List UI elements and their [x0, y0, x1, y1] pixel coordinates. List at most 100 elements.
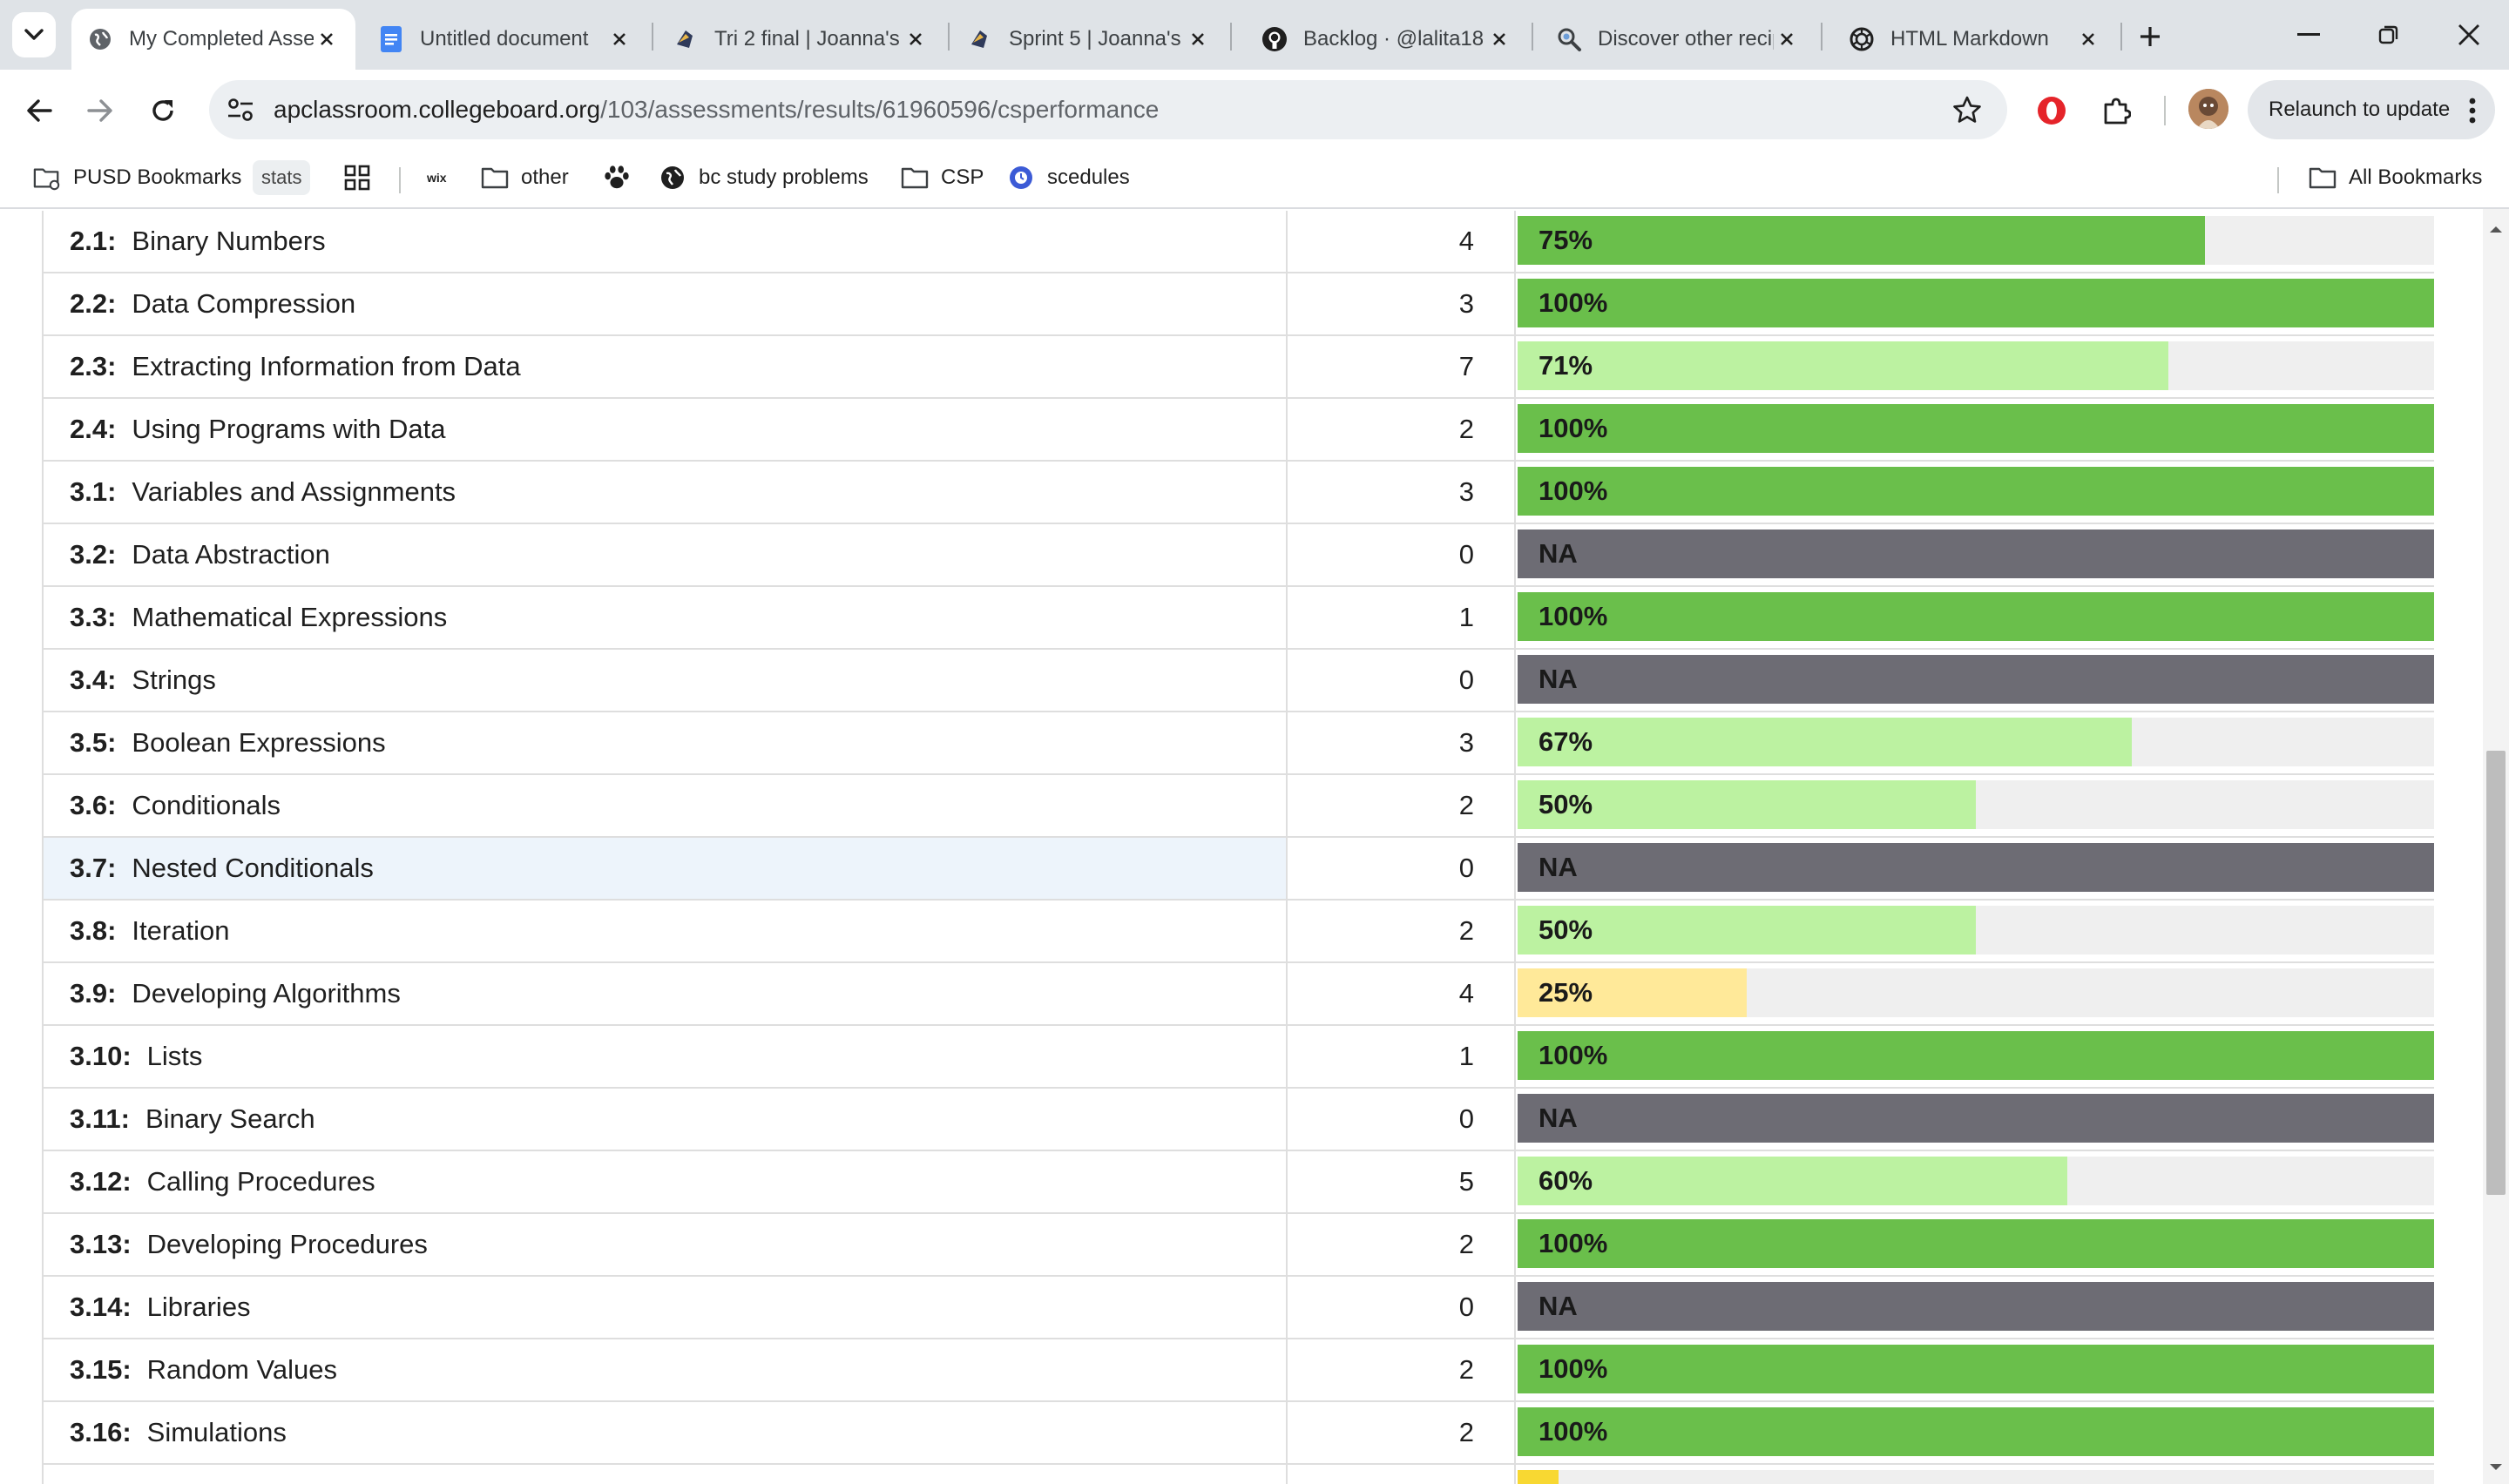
tab-strip: My Completed Assessments Untitled docume… [0, 0, 2509, 70]
site-settings-icon[interactable] [221, 91, 260, 129]
table-row[interactable]: 3.14: Libraries 0 NA [42, 1277, 2434, 1339]
bookmark-wix[interactable]: wix [427, 160, 447, 195]
bookmark-separator [399, 167, 401, 193]
bookmark-csp[interactable]: CSP [901, 160, 984, 195]
tab-search-button[interactable] [12, 12, 56, 57]
bookmark-apps[interactable] [343, 160, 383, 195]
extensions-puzzle-icon[interactable] [2096, 91, 2136, 131]
table-row[interactable]: 3.5: Boolean Expressions 3 67% [42, 712, 2434, 775]
topic-name: Iteration [132, 915, 230, 946]
url-text: apclassroom.collegeboard.org/103/assessm… [274, 96, 1159, 124]
score-bar: NA [1518, 1282, 2434, 1331]
topic-code: 2.2: [70, 288, 117, 319]
scrollbar-thumb[interactable] [2486, 751, 2506, 1195]
table-row[interactable]: 3.4: Strings 0 NA [42, 650, 2434, 712]
table-row[interactable]: 3.6: Conditionals 2 50% [42, 775, 2434, 838]
page-scrollbar[interactable] [2483, 209, 2509, 1484]
bookmark-star-icon[interactable] [1950, 92, 1985, 127]
score-percent: 100% [1539, 1228, 1608, 1258]
scroll-down-arrow-icon[interactable] [2483, 1454, 2509, 1481]
table-row[interactable]: 3.2: Data Abstraction 0 NA [42, 524, 2434, 587]
topic-name: Data Abstraction [132, 539, 330, 570]
tab-title: Untitled document [420, 27, 589, 51]
score-bar-fill [1518, 1219, 2434, 1268]
new-tab-button[interactable] [2131, 17, 2169, 56]
table-row[interactable]: 3.16: Simulations 2 100% [42, 1402, 2434, 1465]
question-count: 2 [1288, 1214, 1516, 1275]
bookmark-scedules[interactable]: scedules [1007, 160, 1130, 195]
tab-0[interactable]: My Completed Assessments [71, 9, 355, 70]
bookmark-pusd[interactable]: PUSD Bookmarks [33, 160, 241, 195]
score-bar-fill [1518, 341, 2168, 390]
table-row[interactable]: 2.2: Data Compression 3 100% [42, 273, 2434, 336]
close-icon[interactable] [1486, 26, 1512, 52]
tab-4[interactable]: Backlog · @lalita18 [1246, 9, 1528, 70]
bookmark-label: bc study problems [699, 165, 869, 189]
close-window-button[interactable] [2434, 10, 2504, 59]
tab-3[interactable]: Sprint 5 | Joanna's [951, 9, 1227, 70]
score-bar: NA [1518, 1094, 2434, 1143]
table-row[interactable]: 2.4: Using Programs with Data 2 100% [42, 399, 2434, 462]
more-options-icon[interactable] [2469, 98, 2476, 130]
table-row[interactable]: 3.13: Developing Procedures 2 100% [42, 1214, 2434, 1277]
close-icon[interactable] [1774, 26, 1800, 52]
minimize-button[interactable] [2274, 10, 2343, 59]
table-row[interactable]: 3.7: Nested Conditionals 0 NA [42, 838, 2434, 901]
tab-5[interactable]: Discover other recipes [1540, 9, 1816, 70]
recipe-icon [1556, 26, 1582, 52]
bookmark-label: CSP [941, 165, 984, 189]
table-row[interactable]: 3.3: Mathematical Expressions 1 100% [42, 587, 2434, 650]
topic-name: Developing Procedures [146, 1229, 428, 1259]
score-percent: 71% [1539, 350, 1593, 381]
table-row[interactable] [42, 1465, 2434, 1484]
score-bar: 100% [1518, 1219, 2434, 1268]
score-percent: 50% [1539, 914, 1593, 945]
reload-button[interactable] [143, 91, 183, 131]
close-icon[interactable] [1185, 26, 1211, 52]
tab-6[interactable]: HTML Markdown [1833, 9, 2117, 70]
bookmark-stats[interactable]: stats [253, 160, 311, 195]
opera-extension-icon[interactable] [2032, 91, 2072, 131]
table-row[interactable]: 3.15: Random Values 2 100% [42, 1339, 2434, 1402]
topic-code: 3.7: [70, 853, 117, 883]
table-row[interactable]: 3.8: Iteration 2 50% [42, 901, 2434, 963]
table-row[interactable]: 3.1: Variables and Assignments 3 100% [42, 462, 2434, 524]
tab-title: Tri 2 final | Joanna's [714, 27, 900, 51]
topic-name: Strings [132, 664, 216, 695]
table-row[interactable]: 2.3: Extracting Information from Data 7 71% [42, 336, 2434, 399]
bookmark-paw[interactable] [603, 160, 643, 195]
topic-name: Conditionals [132, 790, 281, 820]
arrow-left-icon [27, 99, 52, 122]
score-percent: 100% [1539, 1040, 1608, 1070]
forward-button[interactable] [80, 91, 120, 131]
close-icon[interactable] [903, 26, 929, 52]
address-bar[interactable]: apclassroom.collegeboard.org/103/assessm… [209, 80, 2007, 139]
tab-2[interactable]: Tri 2 final | Joanna's [657, 9, 944, 70]
tab-title: Discover other recipes [1598, 27, 1774, 51]
restore-button[interactable] [2354, 10, 2424, 59]
relaunch-button[interactable]: Relaunch to update [2248, 80, 2495, 139]
question-count: 2 [1288, 1339, 1516, 1400]
table-row[interactable]: 2.1: Binary Numbers 4 75% [42, 211, 2434, 273]
score-bar: 100% [1518, 404, 2434, 453]
score-bar-fill [1518, 404, 2434, 453]
back-button[interactable] [19, 91, 59, 131]
tab-1[interactable]: Untitled document [362, 9, 648, 70]
table-row[interactable]: 3.11: Binary Search 0 NA [42, 1089, 2434, 1151]
table-row[interactable]: 3.12: Calling Procedures 5 60% [42, 1151, 2434, 1214]
topic-code: 3.11: [70, 1103, 130, 1134]
bookmark-bc-study[interactable]: bc study problems [659, 160, 869, 195]
table-row[interactable]: 3.9: Developing Algorithms 4 25% [42, 963, 2434, 1026]
restore-icon [2378, 25, 2398, 44]
close-icon[interactable] [314, 26, 340, 52]
question-count: 0 [1288, 1089, 1516, 1150]
profile-avatar[interactable] [2188, 89, 2228, 129]
bookmark-other[interactable]: other [481, 160, 569, 195]
table-row[interactable]: 3.10: Lists 1 100% [42, 1026, 2434, 1089]
close-icon[interactable] [2075, 26, 2101, 52]
close-icon[interactable] [606, 26, 632, 52]
topic-code: 3.9: [70, 978, 117, 1008]
all-bookmarks-button[interactable]: All Bookmarks [2309, 160, 2482, 195]
scroll-up-arrow-icon[interactable] [2483, 216, 2509, 242]
topic-code: 2.3: [70, 351, 117, 381]
